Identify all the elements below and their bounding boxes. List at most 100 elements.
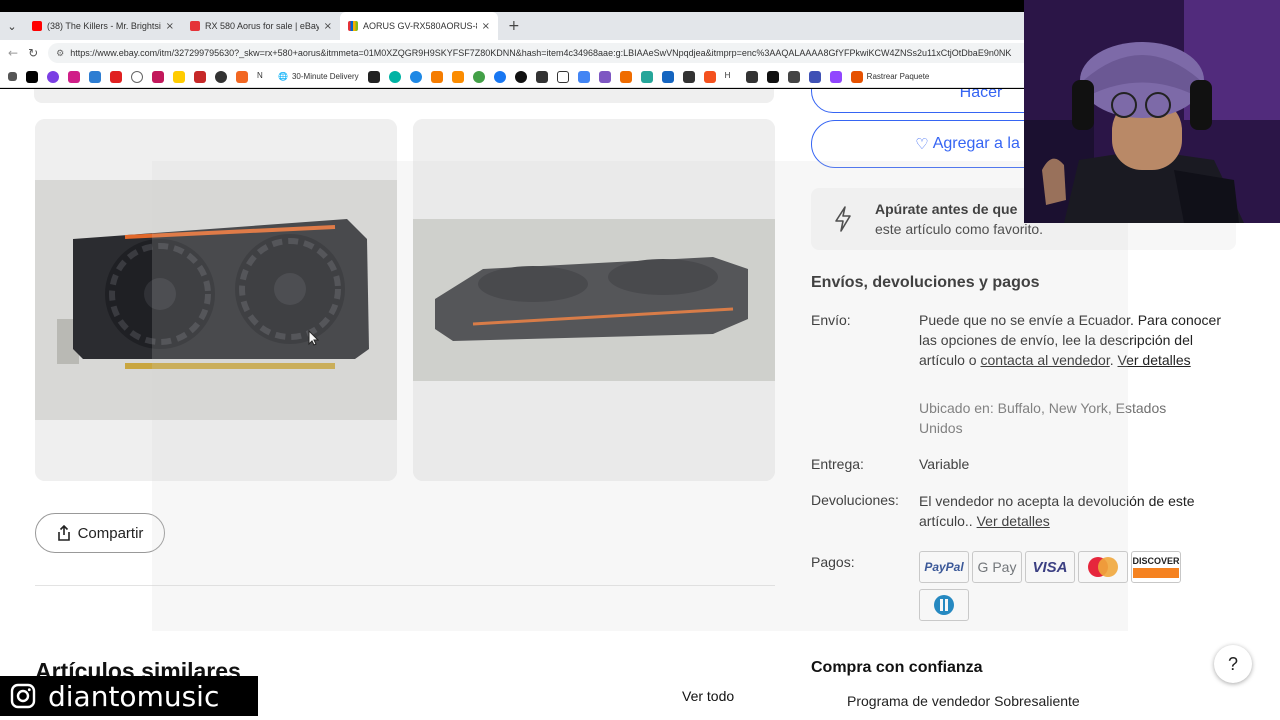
share-label: Compartir (77, 524, 144, 542)
bookmark-amazon-icon[interactable] (430, 70, 443, 83)
back-arrow-icon[interactable]: ← (8, 46, 18, 60)
discover-stripe (1133, 568, 1179, 578)
bookmark-h-icon[interactable]: H (724, 70, 737, 83)
share-icon (57, 525, 70, 541)
close-tab-icon[interactable]: × (482, 21, 490, 32)
globe-icon: 🌐 (278, 72, 288, 81)
bookmark-youtube-icon[interactable] (110, 70, 122, 83)
package-icon (850, 70, 863, 83)
bookmark-indigo-icon[interactable] (808, 70, 821, 83)
diners-club-icon (934, 595, 954, 615)
shipping-label: Envío: (811, 312, 851, 328)
returns-details-link[interactable]: Ver detalles (977, 513, 1050, 529)
bookmark-30-minute-delivery[interactable]: 🌐 30-Minute Delivery (278, 72, 359, 81)
bookmark-gray-icon[interactable] (787, 70, 800, 83)
tab-title: (38) The Killers - Mr. Brightside (47, 21, 161, 31)
bookmark-facebook-icon[interactable] (493, 70, 506, 83)
tab-ebay-search[interactable]: RX 580 Aorus for sale | eBay × (182, 12, 340, 40)
bookmark-circle-icon[interactable] (47, 70, 59, 83)
bookmark-spotify-icon[interactable] (514, 70, 527, 83)
buy-now-label: Hacer (959, 89, 1003, 101)
section-divider (35, 585, 775, 586)
paypal-logo: PayPal (919, 551, 969, 583)
tab-youtube[interactable]: (38) The Killers - Mr. Brightside × (24, 12, 182, 40)
product-photo-2[interactable] (413, 119, 775, 481)
bookmark-rastrear-paquete[interactable]: Rastrear Paquete (850, 70, 930, 83)
mastercard-circles-icon (1088, 557, 1118, 577)
product-photo-1[interactable] (35, 119, 397, 481)
gpu-top-view-image (35, 119, 397, 481)
shipping-text-or: o (964, 352, 981, 368)
bookmark-m-icon[interactable] (152, 70, 164, 83)
mouse-cursor-icon (308, 329, 320, 346)
urgency-text: este artículo como favorito. (875, 221, 1044, 237)
tab-search-chevron-icon[interactable]: ⌄ (0, 20, 24, 33)
bookmark-camera-icon[interactable] (535, 70, 548, 83)
bookmark-label: 30-Minute Delivery (291, 72, 359, 81)
bookmark-smile-icon[interactable] (173, 70, 185, 83)
bookmark-tiktok-icon[interactable] (766, 70, 779, 83)
mastercard-logo (1078, 551, 1128, 583)
streamer-webcam-image (1024, 0, 1280, 223)
bookmark-dark-icon[interactable] (367, 70, 380, 83)
previous-photo-row (34, 89, 774, 103)
bookmark-x-icon[interactable] (26, 70, 38, 83)
bookmark-gmail-icon[interactable] (194, 70, 206, 83)
paypal-text: PayPal (924, 560, 964, 574)
bookmark-star-icon[interactable] (68, 70, 80, 83)
help-button[interactable]: ? (1214, 645, 1252, 683)
see-all-link[interactable]: Ver todo (682, 688, 734, 704)
bookmark-teal-icon[interactable] (640, 70, 653, 83)
bookmark-n-icon[interactable]: N (257, 70, 269, 83)
bookmark-orange2-icon[interactable] (451, 70, 464, 83)
bookmark-blue-icon[interactable] (409, 70, 422, 83)
bookmark-qr-icon[interactable] (682, 70, 695, 83)
returns-label: Devoluciones: (811, 492, 899, 508)
shipping-details-link[interactable]: Ver detalles (1118, 352, 1191, 368)
payments-label: Pagos: (811, 554, 855, 570)
close-tab-icon[interactable]: × (166, 21, 174, 32)
site-info-icon[interactable]: ⚙ (56, 48, 64, 59)
share-button[interactable]: Compartir (35, 513, 165, 553)
visa-logo: VISA (1025, 551, 1075, 583)
new-tab-button[interactable]: + (498, 18, 530, 34)
returns-text: El vendedor no acepta la devolución de e… (919, 493, 1195, 529)
bookmark-green-icon[interactable] (472, 70, 485, 83)
bookmark-orange-icon[interactable] (236, 70, 248, 83)
tab-title: RX 580 Aorus for sale | eBay (205, 21, 319, 31)
contact-seller-link[interactable]: contacta al vendedor (981, 352, 1110, 368)
gpay-text: G Pay (977, 559, 1017, 575)
buy-with-confidence-title: Compra con confianza (811, 659, 983, 676)
reload-icon[interactable]: ↻ (28, 46, 38, 60)
item-location: Ubicado en: Buffalo, New York, Estados U… (919, 400, 1167, 436)
bookmark-label: Rastrear Paquete (866, 72, 930, 81)
delivery-value: Variable (919, 456, 970, 472)
youtube-favicon-icon (32, 21, 42, 31)
urgency-title: Apúrate antes de que (875, 201, 1018, 217)
watchlist-label: Agregar a la Li (932, 135, 1037, 152)
bookmark-twitch-icon[interactable] (829, 70, 842, 83)
gpu-side-view-image (413, 119, 775, 481)
bookmark-ring-icon[interactable] (131, 70, 143, 83)
bookmark-red-icon[interactable] (703, 70, 716, 83)
apps-icon[interactable] (8, 72, 17, 81)
bookmark-c-icon[interactable] (388, 70, 401, 83)
bookmark-ads-icon[interactable] (577, 70, 590, 83)
bookmark-apple-icon[interactable] (215, 70, 227, 83)
bookmark-db-icon[interactable] (661, 70, 674, 83)
ebay-favicon-icon (190, 21, 200, 31)
bookmark-sq-icon[interactable] (745, 70, 758, 83)
visa-text: VISA (1032, 558, 1068, 576)
ebay-favicon-icon (348, 21, 358, 31)
close-tab-icon[interactable]: × (324, 21, 332, 32)
delivery-label: Entrega: (811, 456, 864, 472)
tab-ebay-item[interactable]: AORUS GV-RX580AORUS-8GD AM × (340, 12, 498, 40)
bookmark-grid-icon[interactable] (89, 70, 101, 83)
bookmark-purple-icon[interactable] (598, 70, 611, 83)
bookmark-aliexpress-icon[interactable] (556, 70, 569, 83)
shipping-section-title: Envíos, devoluciones y pagos (811, 274, 1040, 291)
bookmark-swap-icon[interactable] (619, 70, 632, 83)
shipping-text-dot: . (1109, 352, 1118, 368)
shipping-value: Puede que no se envíe a Ecuador. Para co… (919, 310, 1229, 370)
tab-title: AORUS GV-RX580AORUS-8GD AM (363, 21, 477, 31)
